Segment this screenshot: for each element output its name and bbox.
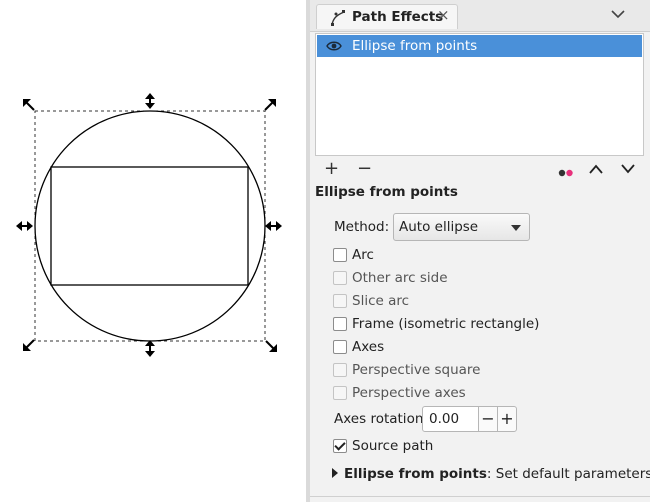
axes-rotation-increment-button[interactable]: + (497, 406, 517, 432)
scale-handle-left (16, 221, 33, 231)
move-down-chevron-down-icon[interactable] (621, 163, 635, 179)
expander-description: : Set default parameters (486, 466, 650, 482)
scale-handle-right (265, 221, 282, 231)
scale-handle-bottom-right (265, 340, 277, 352)
path-effects-dock: Path Effects × Ellipse from points + − E… (310, 0, 650, 502)
scale-handle-top (145, 93, 155, 109)
method-select[interactable]: Auto ellipse (393, 213, 530, 241)
tab-label: Path Effects (352, 9, 444, 25)
scale-handle-top-right (264, 99, 276, 111)
tab-menu-chevron-icon[interactable] (610, 6, 626, 26)
perspective-axes-checkbox (333, 386, 347, 400)
list-item-label: Ellipse from points (352, 38, 478, 54)
scale-handle-bottom (145, 340, 155, 357)
caret-down-icon (511, 225, 521, 231)
slice-arc-label: Slice arc (352, 293, 410, 309)
move-up-chevron-up-icon[interactable] (589, 163, 603, 179)
source-path-checkbox[interactable] (333, 439, 347, 453)
selection-bbox (34, 110, 266, 342)
dock-bottom-border (310, 496, 650, 497)
default-parameters-expander[interactable]: Ellipse from points: Set default paramet… (332, 466, 650, 482)
source-path-label: Source path (352, 438, 434, 454)
dots-icon[interactable] (558, 165, 574, 181)
perspective-square-label: Perspective square (352, 362, 481, 378)
other-arc-side-checkbox (333, 271, 347, 285)
ellipse-shape (34, 110, 266, 342)
expander-title: Ellipse from points (344, 466, 487, 482)
scale-handle-bottom-left (23, 339, 35, 351)
slice-arc-checkbox (333, 294, 347, 308)
dock-tab-bar: Path Effects × (310, 0, 650, 32)
expander-arrow-icon (332, 468, 338, 478)
arc-label: Arc (352, 247, 374, 263)
path-effects-icon (329, 9, 347, 31)
axes-rotation-input[interactable] (422, 406, 479, 432)
tab-path-effects[interactable]: Path Effects × (316, 4, 458, 29)
eye-icon[interactable] (326, 40, 342, 56)
other-arc-side-label: Other arc side (352, 270, 448, 286)
drawing[interactable] (0, 0, 306, 502)
effects-list: Ellipse from points (315, 33, 644, 156)
remove-effect-button[interactable]: − (357, 158, 372, 179)
method-label: Method: (334, 219, 390, 235)
rectangle-shape (50, 166, 249, 286)
scale-handle-top-left (23, 99, 35, 111)
canvas[interactable] (0, 0, 306, 502)
axes-rotation-label: Axes rotation (334, 411, 424, 427)
axes-rotation-decrement-button[interactable]: − (478, 406, 498, 432)
perspective-square-checkbox (333, 363, 347, 377)
arc-checkbox[interactable] (333, 248, 347, 262)
perspective-axes-label: Perspective axes (352, 385, 466, 401)
add-effect-button[interactable]: + (324, 158, 339, 179)
frame-checkbox[interactable] (333, 317, 347, 331)
method-select-value: Auto ellipse (399, 219, 479, 235)
axes-checkbox[interactable] (333, 340, 347, 354)
tab-close-button[interactable]: × (437, 6, 450, 24)
axes-label: Axes (352, 339, 385, 355)
frame-label: Frame (isometric rectangle) (352, 316, 540, 332)
list-item-ellipse-from-points[interactable]: Ellipse from points (317, 35, 642, 57)
effect-settings-title: Ellipse from points (315, 184, 458, 200)
